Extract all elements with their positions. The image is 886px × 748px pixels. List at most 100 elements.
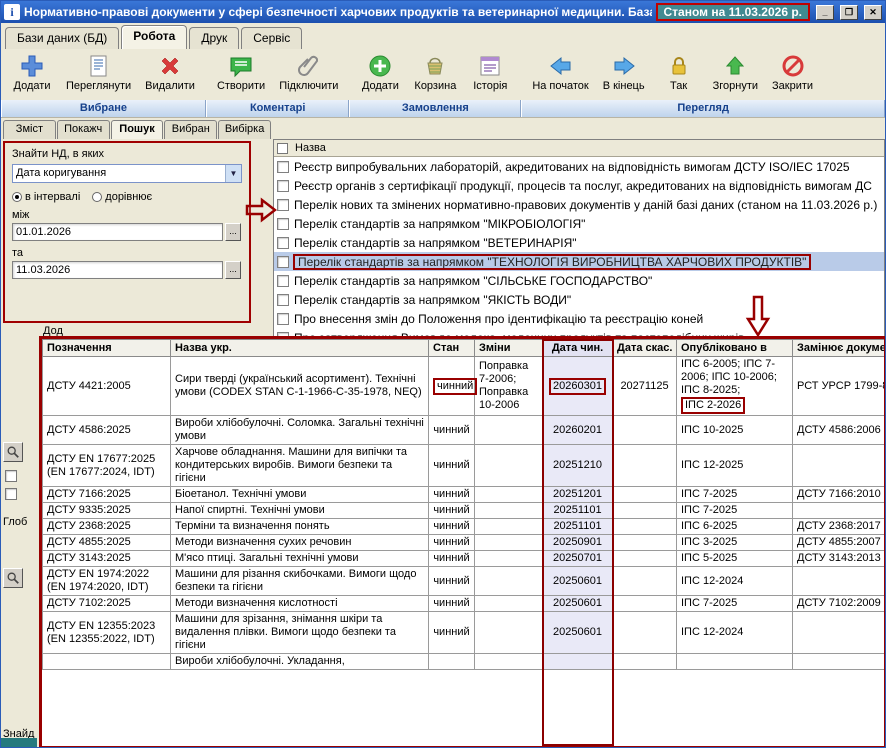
list-item[interactable]: Перелік стандартів за напрямком "СІЛЬСЬК… [274,271,884,290]
left-tab-Вибірка[interactable]: Вибірка [218,120,271,139]
column-header[interactable]: Опубліковано в [677,340,793,357]
cell-effective: 20251201 [543,487,613,503]
table-row[interactable]: ДСТУ EN 17677:2025 (EN 17677:2024, IDT)Х… [43,445,886,487]
row-checkbox[interactable] [277,218,289,230]
cell-state: чинний [429,567,475,596]
list-item[interactable]: Перелік стандартів за напрямком "МІКРОБІ… [274,214,884,233]
toolbar-button-label: Додати [362,80,399,92]
list-item-label: Перелік стандартів за напрямком "ЯКІСТЬ … [294,293,571,307]
radio-interval-dot[interactable] [12,192,22,202]
column-header[interactable]: Стан [429,340,475,357]
row-checkbox[interactable] [277,313,289,325]
left-tab-Пошук[interactable]: Пошук [111,120,164,139]
toolbar-group-label: Перегляд [521,100,885,117]
cell-published: ІПС 12-2024 [677,612,793,654]
toolbar-button-Підключити[interactable]: Підключити [276,51,341,94]
cell-name: Машини для зрізання, знімання шкіри та в… [171,612,429,654]
cell-changes: Поправка 7-2006; Поправка 10-2006 [475,357,543,416]
toolbar-button-Додати[interactable]: Додати [9,51,55,94]
left-panel-tabs: ЗмістПокажчПошукВибранВибірка [1,118,273,139]
menu-tab-Сервіс[interactable]: Сервіс [241,27,302,49]
row-checkbox[interactable] [277,237,289,249]
list-item[interactable]: Про внесення змін до Положення про ідент… [274,309,884,328]
table-row[interactable]: ДСТУ 4586:2025Вироби хлібобулочні. Солом… [43,416,886,445]
date-to-browse-button[interactable]: ... [225,261,241,279]
cell-effective: 20250601 [543,596,613,612]
cell-name: Сири тверді (український асортимент). Те… [171,357,429,416]
row-checkbox[interactable] [277,256,289,268]
menu-tab-Бази даних (БД)[interactable]: Бази даних (БД) [5,27,119,49]
table-row[interactable]: ДСТУ 7102:2025Методи визначення кислотно… [43,596,886,612]
list-item[interactable]: Перелік стандартів за напрямком "ЯКІСТЬ … [274,290,884,309]
table-row[interactable]: ДСТУ 2368:2025Терміни та визначення поня… [43,519,886,535]
list-item[interactable]: Перелік стандартів за напрямком "ТЕХНОЛО… [274,252,884,271]
toolbar-button-Закрити[interactable]: Закрити [769,51,816,94]
window-title: Нормативно-правові документи у сфері без… [24,5,652,19]
menu-tab-Робота[interactable]: Робота [121,25,187,49]
list-item[interactable]: Перелік стандартів за напрямком "ВЕТЕРИН… [274,233,884,252]
cell-cancelled [613,596,677,612]
toolbar-button-Історія[interactable]: Історія [467,51,513,94]
date-from-browse-button[interactable]: ... [225,223,241,241]
toolbar-button-На початок[interactable]: На початок [529,51,591,94]
date-to-input[interactable] [12,261,223,279]
table-row[interactable]: ДСТУ 4855:2025Методи визначення сухих ре… [43,535,886,551]
arrow-left-icon [548,53,574,79]
table-row[interactable]: ДСТУ EN 12355:2023 (EN 12355:2022, IDT)М… [43,612,886,654]
table-row[interactable]: Вироби хлібобулочні. Укладання, [43,654,886,670]
row-checkbox[interactable] [277,161,289,173]
toolbar-button-Додати[interactable]: Додати [357,51,403,94]
table-header-row: ПозначенняНазва укр.СтанЗміниДата чин.Да… [43,340,886,357]
list-item[interactable]: Реєстр випробувальних лабораторій, акред… [274,157,884,176]
table-row[interactable]: ДСТУ 3143:2025М'ясо птиці. Загальні техн… [43,551,886,567]
column-header[interactable]: Позначення [43,340,171,357]
toolbar-button-Згорнути[interactable]: Згорнути [710,51,761,94]
toolbar-button-Переглянути[interactable]: Переглянути [63,51,134,94]
chevron-down-icon[interactable]: ▼ [225,165,241,182]
cell-designation: ДСТУ 7102:2025 [43,596,171,612]
row-checkbox[interactable] [277,275,289,287]
column-header[interactable]: Назва укр. [171,340,429,357]
global-search-magnifier-button[interactable] [3,568,23,588]
cell-changes [475,654,543,670]
table-row[interactable]: ДСТУ 9335:2025Напої спиртні. Технічні ум… [43,503,886,519]
radio-equals-dot[interactable] [92,192,102,202]
toolbar-button-label: Видалити [145,80,195,92]
column-header[interactable]: Дата скас. [613,340,677,357]
radio-equals[interactable]: дорівнює [92,191,152,203]
row-checkbox[interactable] [277,199,289,211]
column-header[interactable]: Зміни [475,340,543,357]
radio-interval[interactable]: в інтервалі [12,191,80,203]
cell-designation: ДСТУ 4586:2025 [43,416,171,445]
row-checkbox[interactable] [277,180,289,192]
criteria-dropdown[interactable]: Дата коригування ▼ [12,164,242,183]
column-header[interactable]: Дата чин. [543,340,613,357]
date-from-input[interactable] [12,223,223,241]
column-header[interactable]: Замінює докумен [793,340,886,357]
cell-effective: 20251101 [543,503,613,519]
list-item[interactable]: Реєстр органів з сертифікації продукції,… [274,176,884,195]
toolbar-button-label: Створити [217,80,265,92]
maximize-button[interactable]: ❐ [840,5,858,20]
toolbar-button-Створити[interactable]: Створити [214,51,268,94]
search-magnifier-button[interactable] [3,442,23,462]
option-checkbox-1[interactable] [5,470,17,482]
menu-tab-Друк[interactable]: Друк [189,27,239,49]
left-tab-Покажч[interactable]: Покажч [57,120,110,139]
table-row[interactable]: ДСТУ 7166:2025Біоетанол. Технічні умович… [43,487,886,503]
toolbar-button-Так[interactable]: Так [656,51,702,94]
left-tab-Зміст[interactable]: Зміст [3,120,56,139]
toolbar-button-Корзина[interactable]: Корзина [411,51,459,94]
toolbar-button-В кінець[interactable]: В кінець [600,51,648,94]
table-row[interactable]: ДСТУ EN 1974:2022 (EN 1974:2020, IDT)Маш… [43,567,886,596]
left-tab-Вибран[interactable]: Вибран [164,120,217,139]
criteria-value: Дата коригування [13,165,225,182]
close-button[interactable]: ✕ [864,5,882,20]
list-item[interactable]: Перелік нових та змінених нормативно-пра… [274,195,884,214]
toolbar-button-Видалити[interactable]: Видалити [142,51,198,94]
row-checkbox[interactable] [277,294,289,306]
option-checkbox-2[interactable] [5,488,17,500]
minimize-button[interactable]: _ [816,5,834,20]
date-to-label: та [12,247,242,259]
table-row[interactable]: ДСТУ 4421:2005Сири тверді (український а… [43,357,886,416]
